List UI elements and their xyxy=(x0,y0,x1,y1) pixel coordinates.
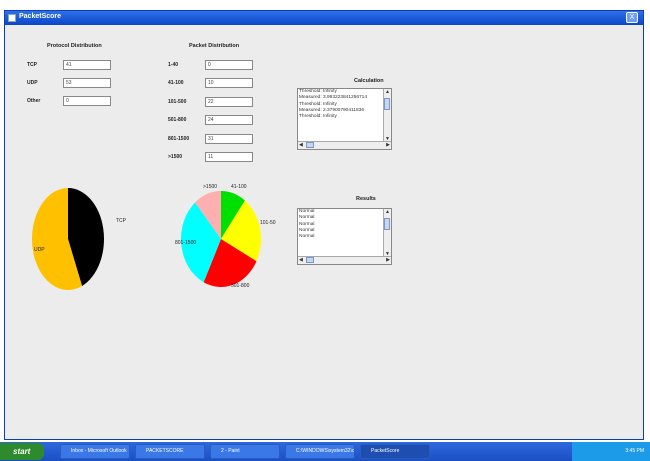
pie2-label-41-100: 41-100 xyxy=(231,184,247,190)
taskbar-item-outlook[interactable]: Inbox - Microsoft Outlook xyxy=(60,444,130,459)
taskbar: start Inbox - Microsoft Outlook PACKETSC… xyxy=(0,442,650,461)
taskbar-item-packetscore[interactable]: PacketScore xyxy=(360,444,430,459)
clock: 3:45 PM xyxy=(625,448,644,454)
taskbar-item-packetscore-folder[interactable]: PACKETSCORE xyxy=(135,444,205,459)
pie2-label-501-800: 501-800 xyxy=(231,283,250,289)
start-button[interactable]: start xyxy=(0,443,44,460)
packetscore-window: PacketScore X Protocol Distribution TCP … xyxy=(4,10,644,440)
pie2-label-101-50: 101-50 xyxy=(260,220,276,226)
pie2-label-801-1500: 801-1500 xyxy=(175,240,197,246)
system-tray: 3:45 PM xyxy=(572,442,650,461)
pie2-label-over-1500: >1500 xyxy=(203,184,218,190)
taskbar-item-cmd[interactable]: C:\WINDOWS\system32\cmd xyxy=(285,444,355,459)
taskbar-item-paint[interactable]: 2 - Paint xyxy=(210,444,280,459)
packet-pie-chart xyxy=(181,191,262,287)
